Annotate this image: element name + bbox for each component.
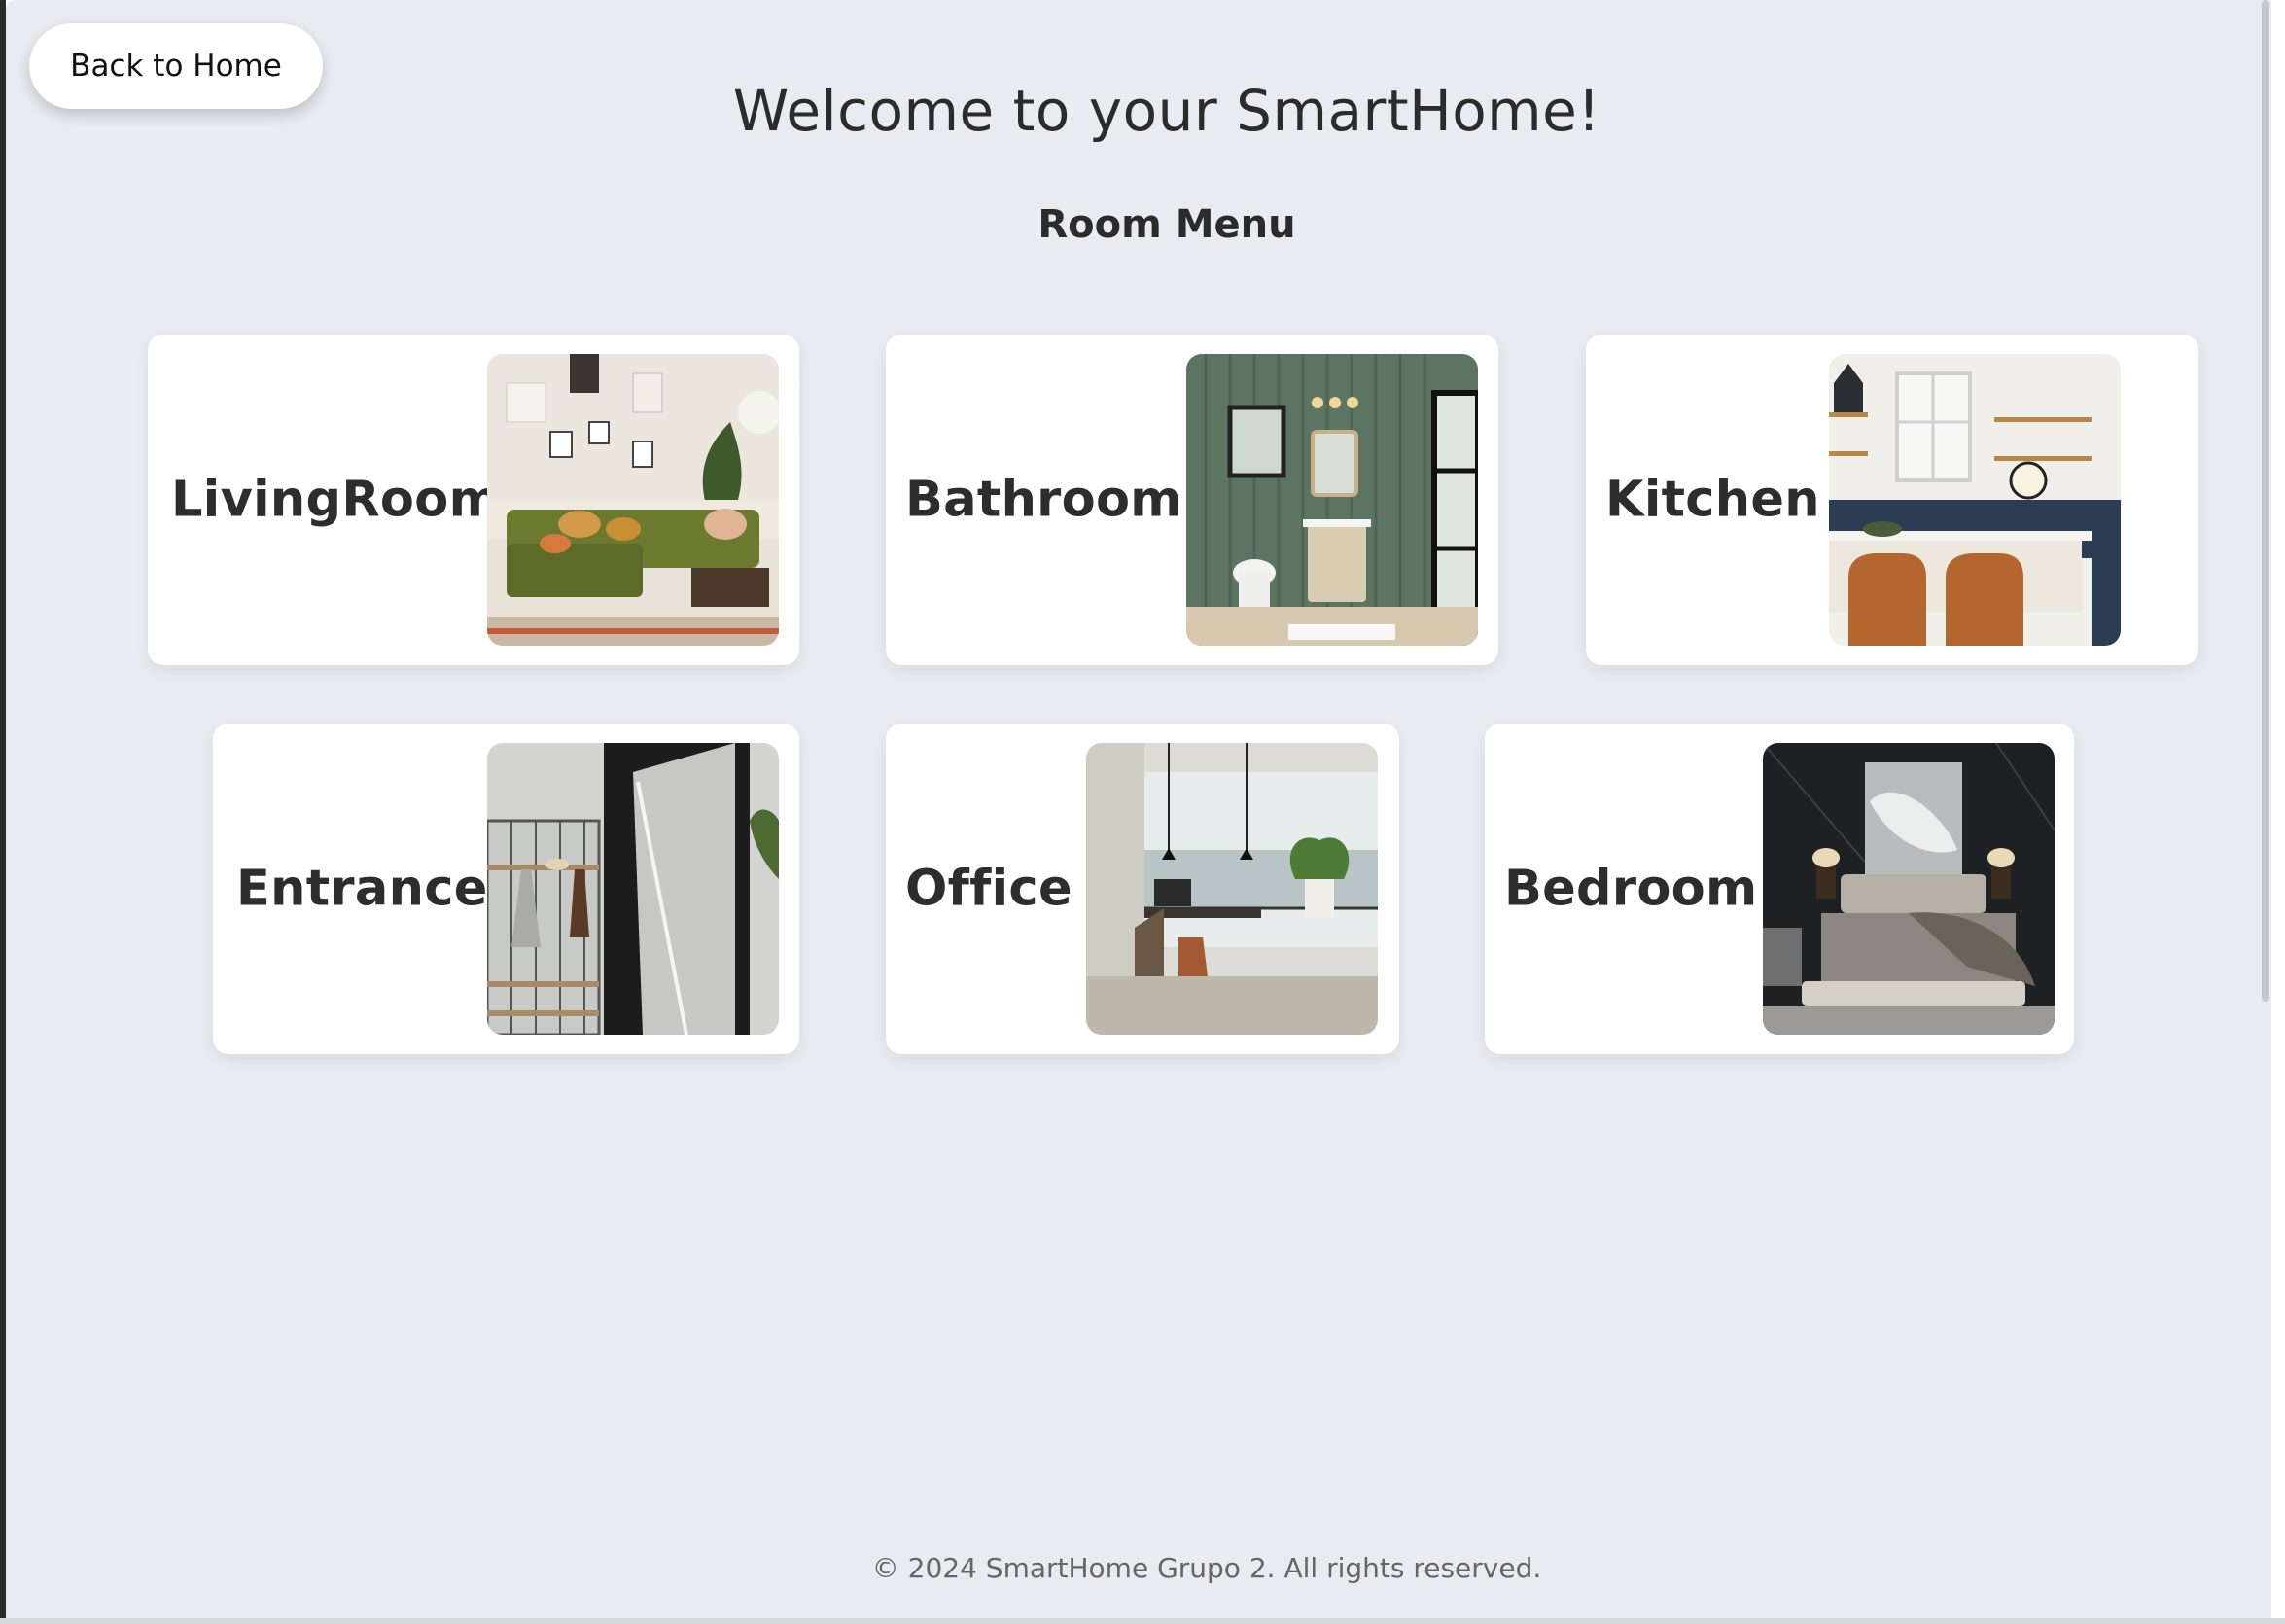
room-label: Entrance: [236, 860, 488, 918]
room-label: Bathroom: [905, 471, 1182, 529]
vertical-scrollbar[interactable]: [2258, 0, 2271, 1618]
room-card-bedroom[interactable]: Bedroom: [1485, 724, 2074, 1054]
office-image: [1086, 743, 1378, 1035]
living-room-image: [487, 354, 779, 646]
room-card-livingroom[interactable]: LivingRoom: [148, 335, 799, 665]
footer-copyright: © 2024 SmartHome Grupo 2. All rights res…: [871, 1552, 1542, 1584]
room-card-bathroom[interactable]: Bathroom: [886, 335, 1498, 665]
room-label: Office: [905, 860, 1072, 918]
room-menu-title: Room Menu: [1037, 202, 1296, 247]
entrance-image: [487, 743, 779, 1035]
app-window: Back to Home Welcome to your SmartHome! …: [6, 0, 2271, 1618]
room-card-office[interactable]: Office: [886, 724, 1399, 1054]
room-label: LivingRoom: [171, 471, 502, 529]
kitchen-image: [1829, 354, 2121, 646]
bedroom-image: [1763, 743, 2055, 1035]
room-label: Bedroom: [1504, 860, 1758, 918]
bathroom-image: [1186, 354, 1478, 646]
room-card-kitchen[interactable]: Kitchen: [1586, 335, 2198, 665]
room-card-entrance[interactable]: Entrance: [213, 724, 799, 1054]
page-title: Welcome to your SmartHome!: [732, 78, 1601, 144]
scrollbar-thumb[interactable]: [2262, 0, 2269, 1002]
window-bottom-edge: [0, 1618, 2285, 1624]
room-label: Kitchen: [1605, 471, 1820, 529]
